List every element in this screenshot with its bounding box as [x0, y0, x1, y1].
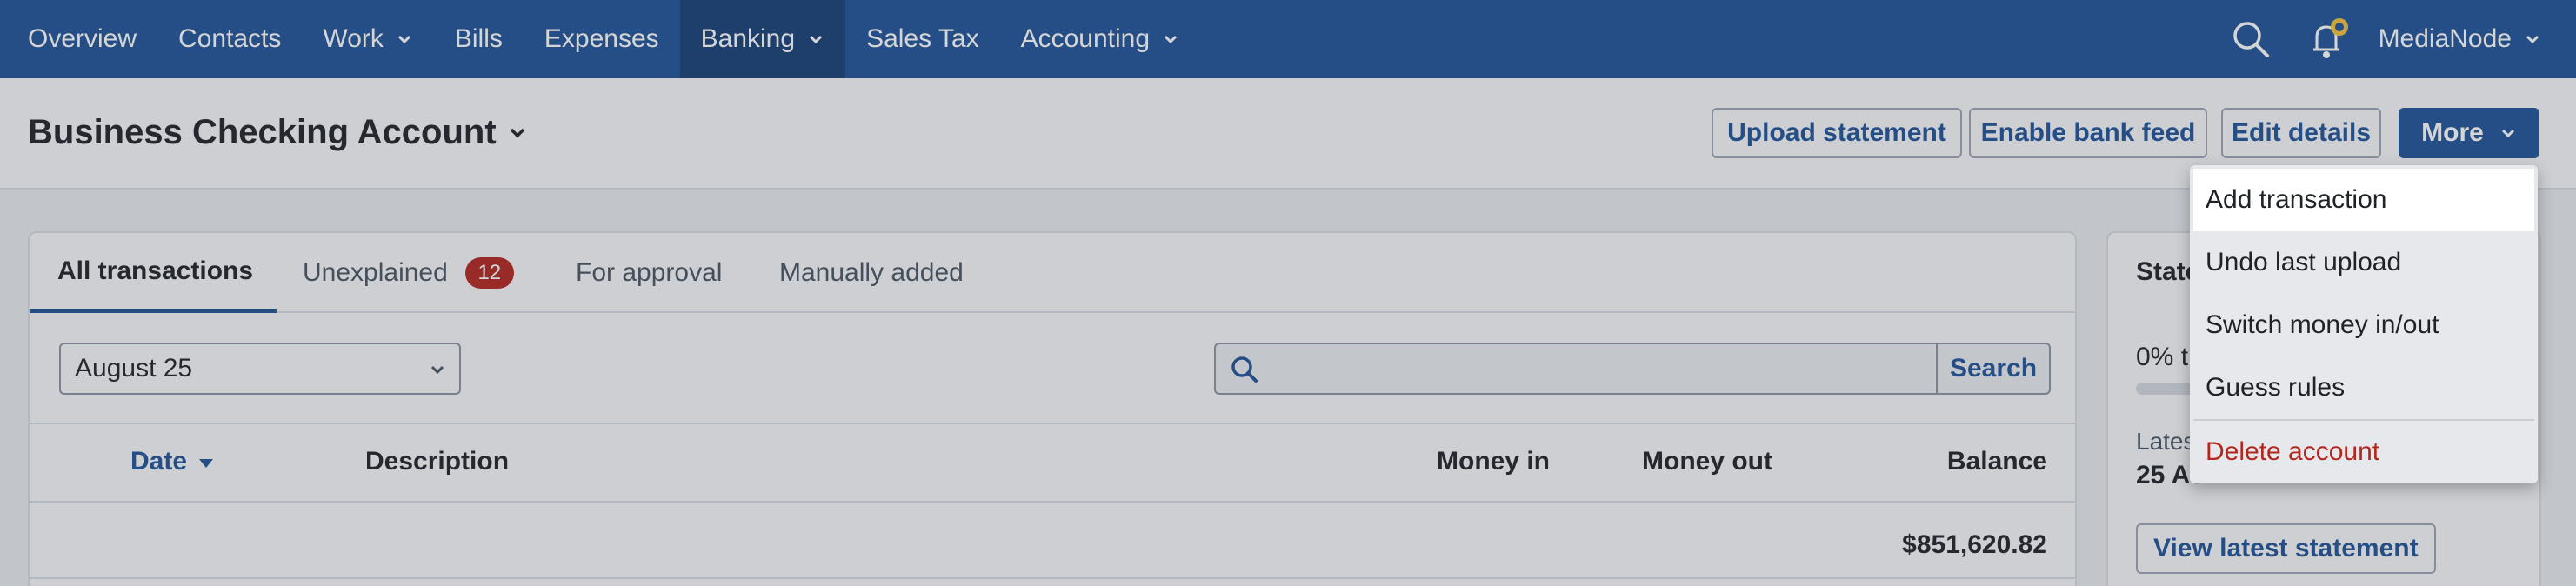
menu-item-switch-money[interactable]: Switch money in/out: [2190, 294, 2538, 356]
menu-item-delete-account[interactable]: Delete account: [2190, 421, 2538, 483]
more-menu: Add transaction Undo last upload Switch …: [2190, 165, 2538, 483]
menu-item-guess-rules[interactable]: Guess rules: [2190, 356, 2538, 419]
menu-item-undo-last-upload[interactable]: Undo last upload: [2190, 231, 2538, 294]
menu-item-add-transaction[interactable]: Add transaction: [2193, 169, 2534, 231]
